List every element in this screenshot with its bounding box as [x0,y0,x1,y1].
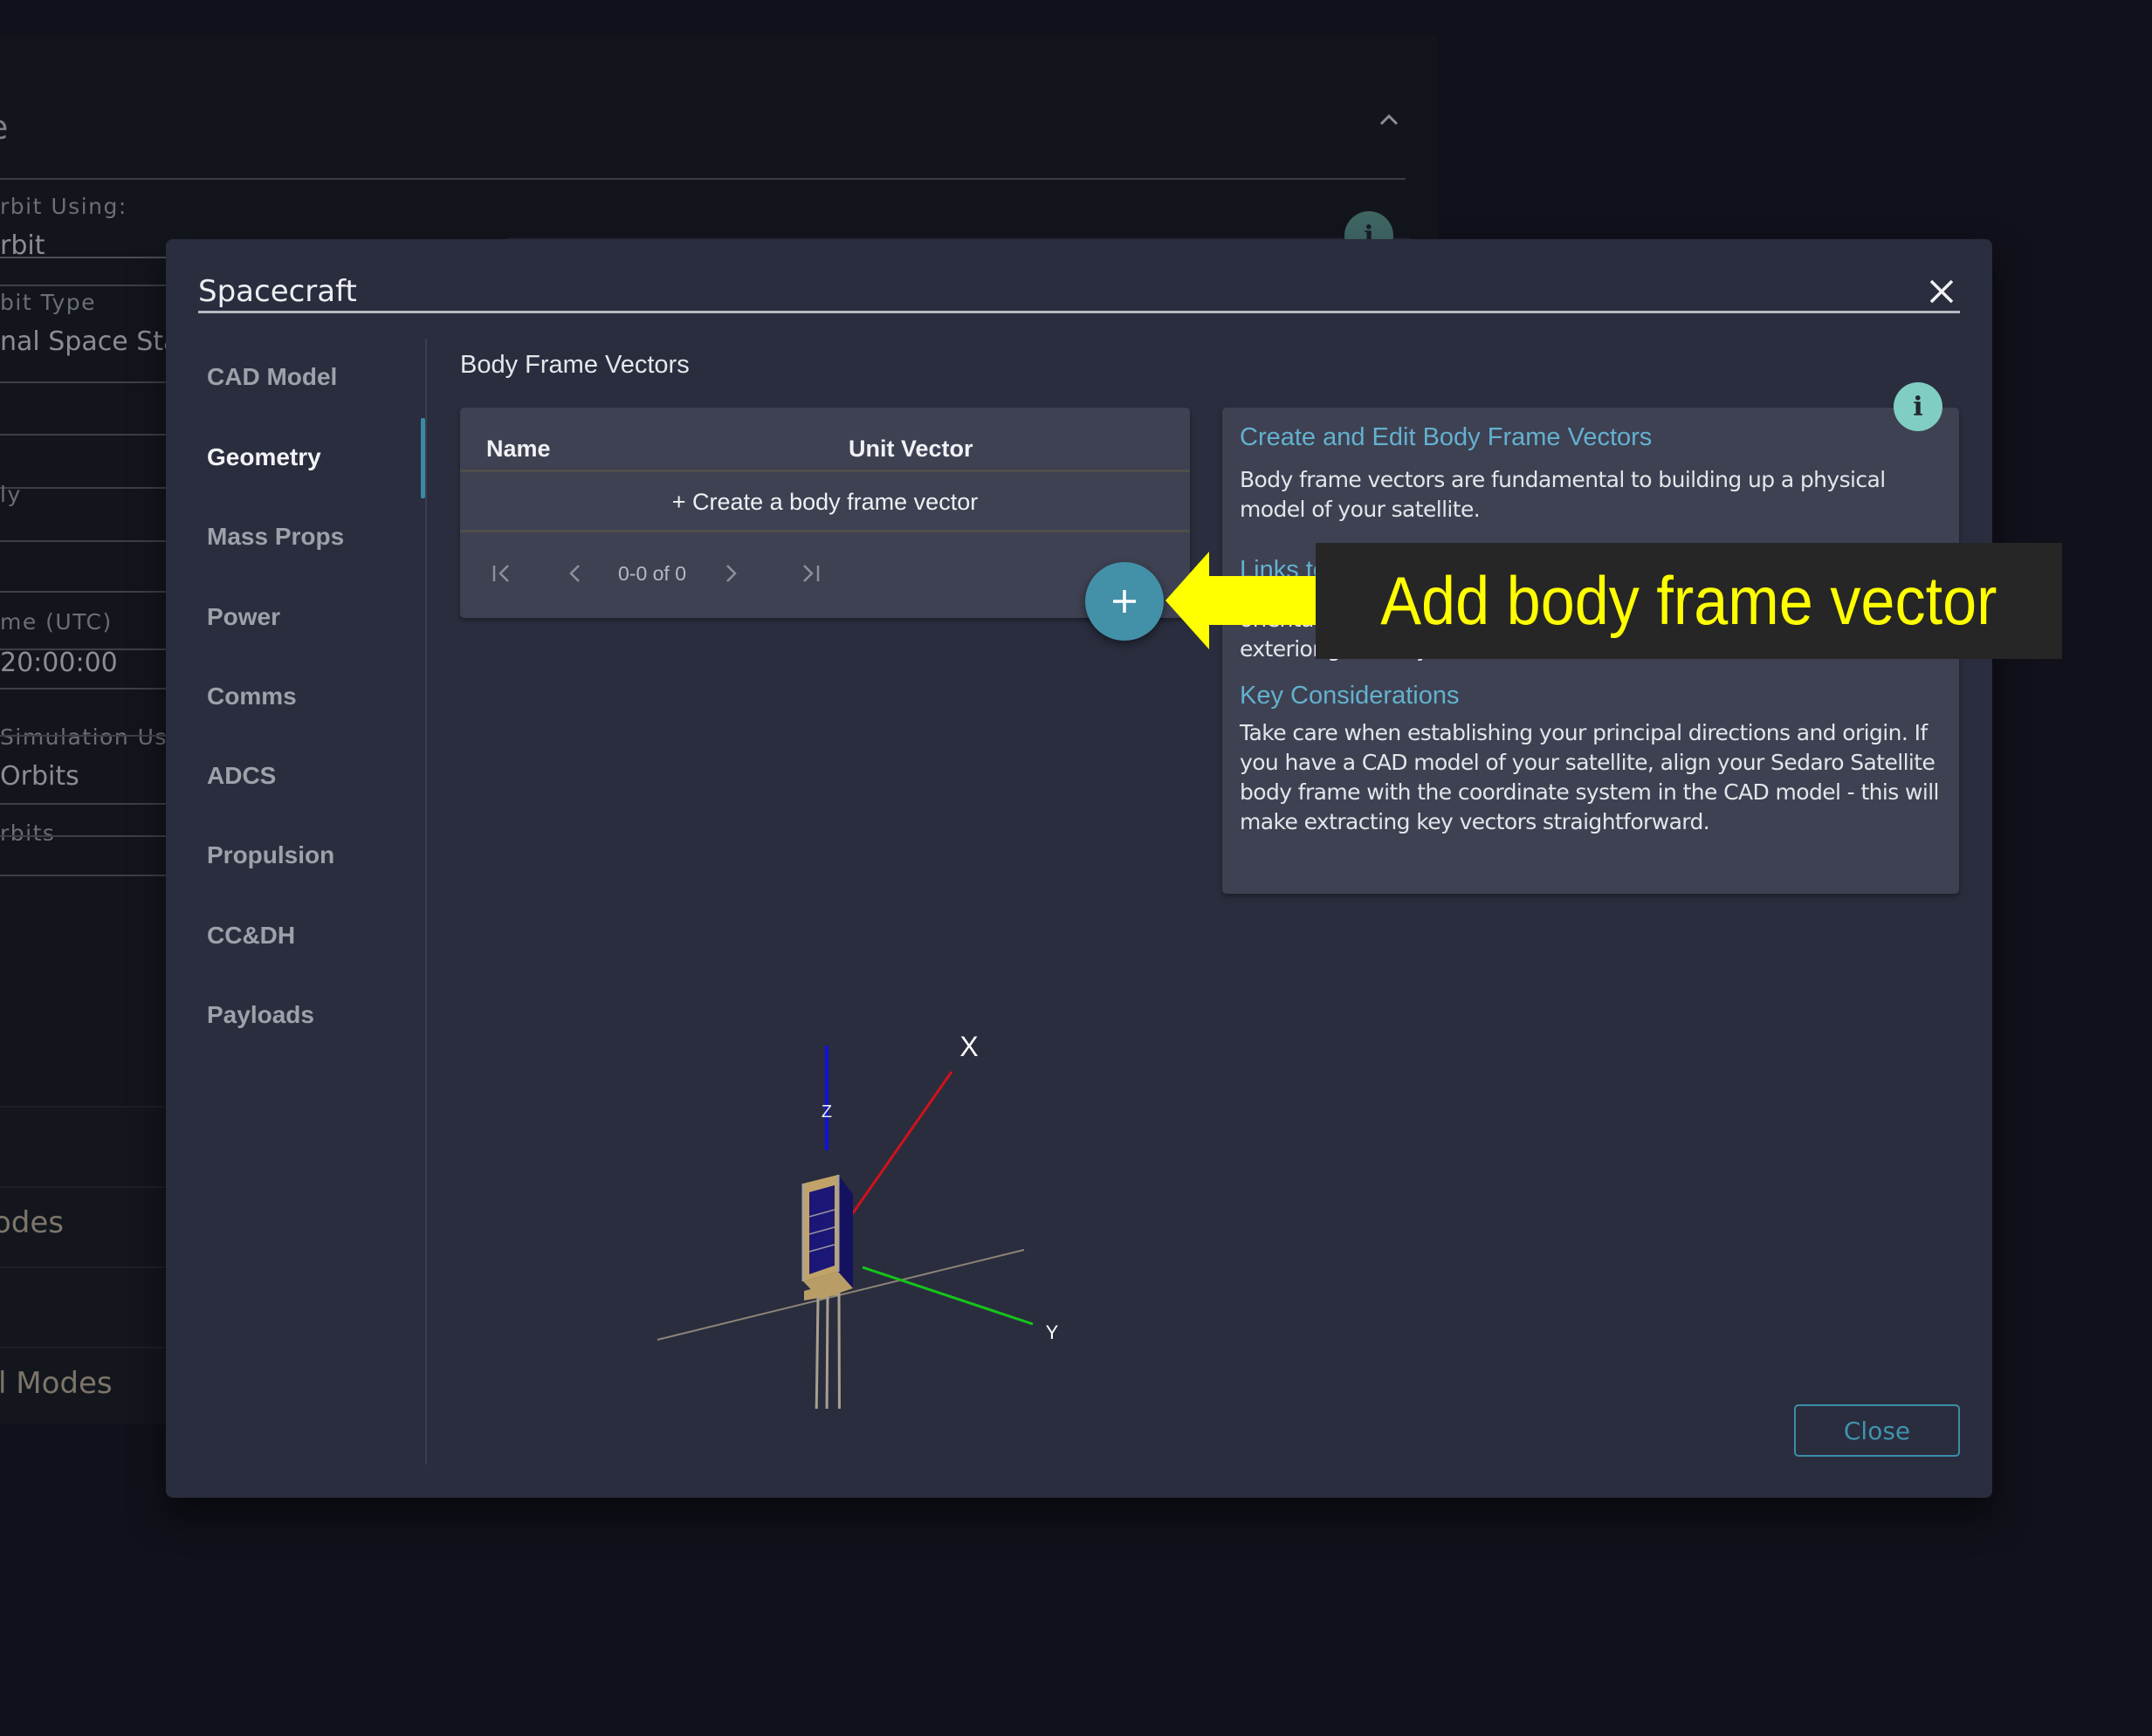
annotation-callout: Add body frame vector [1316,543,2062,659]
sidebar-item-geometry[interactable]: Geometry [207,443,321,471]
background-divider [0,178,1406,180]
background-field-underline [0,688,166,690]
close-button[interactable]: Close [1794,1404,1960,1457]
sidebar-divider [425,339,427,1465]
chevron-right-icon [726,565,737,582]
background-field-label: rbit Using: [0,194,127,219]
add-body-frame-vector-button[interactable] [1085,562,1164,641]
info-heading: Key Considerations [1240,682,1460,710]
background-field-underline [0,381,166,383]
background-field-label: bit Type [0,290,96,315]
background-field-label: me (UTC) [0,609,113,635]
x-axis-label: X [959,1031,978,1062]
pagination-range: 0-0 of 0 [618,562,686,585]
first-page-button[interactable] [485,556,519,591]
title-divider [198,311,1960,313]
background-field-label: ly [0,482,22,507]
background-list: odes l Modes [0,1106,166,1424]
sidebar-item-propulsion[interactable]: Propulsion [207,841,334,869]
list-item[interactable]: odes [0,1186,166,1265]
sidebar-item-cad-model[interactable]: CAD Model [207,363,337,391]
close-x-icon[interactable] [1926,276,1957,307]
sidebar-item-power[interactable]: Power [207,603,280,631]
sidebar-item-mass-props[interactable]: Mass Props [207,523,344,551]
info-text: Take care when establishing your princip… [1240,720,1940,834]
background-field-underline [0,285,166,286]
list-item[interactable] [0,1266,166,1345]
sidebar-item-ccdh[interactable]: CC&DH [207,922,295,950]
row-divider [460,530,1190,532]
background-field-label: rbits [0,820,56,846]
section-title: Body Frame Vectors [460,351,690,379]
background-heading: e [0,108,8,147]
background-field-underline [0,540,166,542]
info-icon[interactable]: i [1894,382,1942,431]
background-field-underline [0,735,166,737]
y-axis-line [862,1266,1034,1326]
annotation-arrow-icon [1165,552,1327,649]
background-field-underline [0,875,166,876]
background-field-underline [0,835,166,837]
column-header-name[interactable]: Name [486,436,551,463]
x-axis-line [836,1071,953,1235]
last-page-button[interactable] [793,556,828,591]
active-tab-indicator [421,418,425,498]
modal-title: Spacecraft [198,274,357,309]
spacecraft-modal: Spacecraft CAD Model Geometry Mass Props… [166,239,1992,1498]
background-field-underline [0,591,166,593]
annotation-text: Add body frame vector [1380,562,1997,639]
list-item[interactable] [0,1106,166,1184]
last-page-icon [803,565,820,582]
info-text: Body frame vectors are fundamental to bu… [1240,467,1886,522]
background-field-underline [0,803,166,805]
list-item[interactable]: l Modes [0,1347,166,1425]
list-item-label: l Modes [0,1366,113,1401]
info-heading: Create and Edit Body Frame Vectors [1240,423,1653,451]
background-field-value: rbit [0,230,45,261]
background-field-value: Orbits [0,761,79,792]
y-axis-label: Y [1046,1321,1059,1343]
satellite-model [801,1175,853,1409]
column-header-unit-vector[interactable]: Unit Vector [849,436,973,463]
next-page-button[interactable] [713,556,748,591]
background-field-label: Simulation Usin [0,724,190,750]
cad-model-viewer[interactable]: Z X Y [637,763,1214,1409]
sidebar-item-adcs[interactable]: ADCS [207,762,276,790]
z-axis-label: Z [822,1102,832,1122]
first-page-icon [492,565,509,582]
background-field-underline [0,434,166,436]
previous-page-button[interactable] [558,556,593,591]
list-item-label: odes [0,1205,65,1240]
chevron-left-icon [569,565,580,582]
sidebar-item-payloads[interactable]: Payloads [207,1001,314,1029]
create-body-frame-vector-link[interactable]: + Create a body frame vector [460,472,1190,532]
plus-icon [1113,590,1136,613]
sidebar-item-comms[interactable]: Comms [207,683,297,710]
background-field-value: 20:00:00 [0,648,118,678]
background-field-underline [0,487,166,489]
chevron-up-icon[interactable] [1378,108,1400,131]
body-frame-vectors-table: Name Unit Vector + Create a body frame v… [460,408,1190,618]
